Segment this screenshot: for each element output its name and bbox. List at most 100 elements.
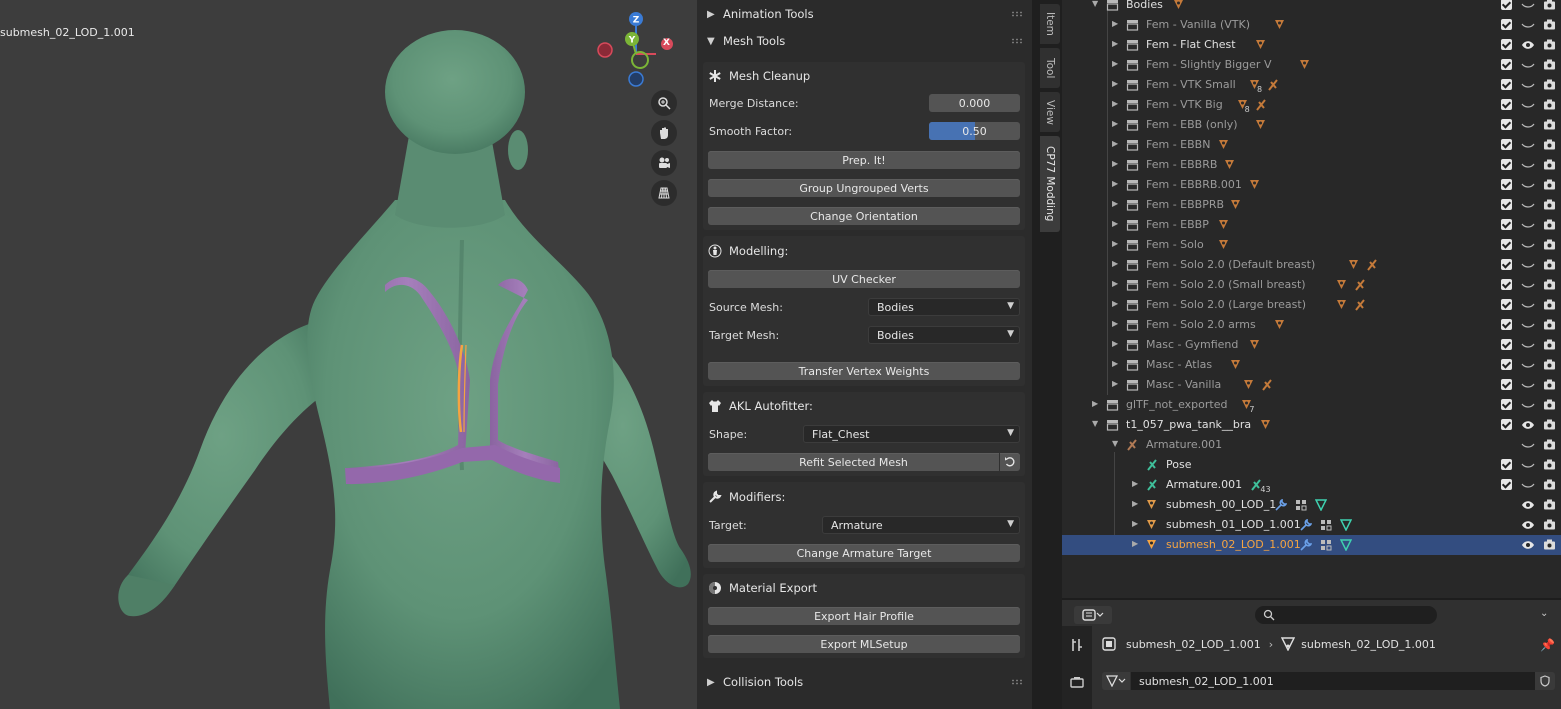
- modifiers-header[interactable]: Modifiers:: [707, 486, 785, 508]
- render-camera-icon[interactable]: [1543, 19, 1556, 33]
- navigation-gizmo[interactable]: Z Y: [592, 8, 656, 88]
- eye-closed-icon[interactable]: [1521, 220, 1535, 233]
- chevron-right-icon[interactable]: ▶: [1112, 199, 1118, 208]
- pan-hand-icon[interactable]: [651, 120, 677, 146]
- outliner-row[interactable]: ▶ Masc - Atlas: [1062, 355, 1561, 375]
- exclude-checkbox[interactable]: [1501, 299, 1512, 310]
- exclude-checkbox[interactable]: [1501, 19, 1512, 30]
- source-mesh-dropdown[interactable]: Bodies ▼: [868, 298, 1020, 316]
- exclude-checkbox[interactable]: [1501, 159, 1512, 170]
- chevron-right-icon[interactable]: ▶: [1112, 339, 1118, 348]
- render-camera-icon[interactable]: [1543, 479, 1556, 493]
- eye-closed-icon[interactable]: [1521, 340, 1535, 353]
- outliner-row[interactable]: ▶ Fem - VTK Big 8: [1062, 95, 1561, 115]
- camera-icon[interactable]: [651, 150, 677, 176]
- chevron-down-icon[interactable]: ⌄: [1540, 608, 1548, 619]
- eye-closed-icon[interactable]: [1521, 380, 1535, 393]
- eye-closed-icon[interactable]: [1521, 300, 1535, 313]
- material-export-header[interactable]: Material Export: [707, 577, 817, 599]
- tab-tool[interactable]: Tool: [1040, 48, 1060, 88]
- outliner-row[interactable]: ▶ Masc - Gymfiend: [1062, 335, 1561, 355]
- drag-grip-icon[interactable]: [1011, 38, 1023, 44]
- eye-icon[interactable]: [1521, 520, 1535, 533]
- outliner[interactable]: ▼ Bodies ▶ Fem - Vanilla (VTK) ▶ Fem - Flat C…: [1062, 0, 1561, 598]
- outliner-row[interactable]: Pose: [1062, 455, 1561, 475]
- render-camera-icon[interactable]: [1543, 259, 1556, 273]
- outliner-row[interactable]: ▶ Fem - VTK Small 8: [1062, 75, 1561, 95]
- exclude-checkbox[interactable]: [1501, 359, 1512, 370]
- exclude-checkbox[interactable]: [1501, 399, 1512, 410]
- 3d-viewport[interactable]: submesh_02_LOD_1.001 Z Y X: [0, 0, 697, 709]
- shape-dropdown[interactable]: Flat_Chest ▼: [803, 425, 1020, 443]
- chevron-right-icon[interactable]: ▶: [1112, 239, 1118, 248]
- outliner-row[interactable]: ▼ Armature.001: [1062, 435, 1561, 455]
- render-camera-icon[interactable]: [1543, 39, 1556, 53]
- eye-closed-icon[interactable]: [1521, 0, 1535, 13]
- eye-icon[interactable]: [1521, 420, 1535, 433]
- exclude-checkbox[interactable]: [1501, 39, 1512, 50]
- export-mlsetup-button[interactable]: Export MLSetup: [708, 635, 1020, 653]
- outliner-row[interactable]: ▶ Fem - Flat Chest: [1062, 35, 1561, 55]
- chevron-right-icon[interactable]: ▶: [1112, 259, 1118, 268]
- eye-closed-icon[interactable]: [1521, 400, 1535, 413]
- change-armature-target-button[interactable]: Change Armature Target: [708, 544, 1020, 562]
- eye-closed-icon[interactable]: [1521, 480, 1535, 493]
- mesh-browse-dropdown[interactable]: [1102, 672, 1130, 690]
- eye-closed-icon[interactable]: [1521, 60, 1535, 73]
- group-ungrouped-verts-button[interactable]: Group Ungrouped Verts: [708, 179, 1020, 197]
- outliner-row[interactable]: ▶ Fem - EBBP: [1062, 215, 1561, 235]
- outliner-row[interactable]: ▶ submesh_01_LOD_1.001: [1062, 515, 1561, 535]
- merge-distance-field[interactable]: 0.000: [929, 94, 1020, 112]
- reset-undo-icon[interactable]: [1000, 453, 1020, 471]
- export-hair-profile-button[interactable]: Export Hair Profile: [708, 607, 1020, 625]
- uv-checker-button[interactable]: UV Checker: [708, 270, 1020, 288]
- outliner-row[interactable]: ▼ Bodies: [1062, 0, 1561, 15]
- exclude-checkbox[interactable]: [1501, 99, 1512, 110]
- render-camera-icon[interactable]: [1543, 379, 1556, 393]
- chevron-right-icon[interactable]: ▶: [1112, 59, 1118, 68]
- smooth-factor-slider[interactable]: 0.50: [929, 122, 1020, 140]
- render-camera-icon[interactable]: [1543, 359, 1556, 373]
- render-camera-icon[interactable]: [1543, 199, 1556, 213]
- render-camera-icon[interactable]: [1543, 459, 1556, 473]
- chevron-right-icon[interactable]: ▶: [1112, 319, 1118, 328]
- outliner-row[interactable]: ▶ Fem - Solo 2.0 (Default breast): [1062, 255, 1561, 275]
- render-camera-icon[interactable]: [1543, 139, 1556, 153]
- chevron-right-icon[interactable]: ▶: [1112, 299, 1118, 308]
- eye-closed-icon[interactable]: [1521, 320, 1535, 333]
- chevron-right-icon[interactable]: ▶: [1132, 539, 1138, 548]
- render-camera-icon[interactable]: [1543, 119, 1556, 133]
- outliner-row[interactable]: ▶ Fem - EBBN: [1062, 135, 1561, 155]
- chevron-right-icon[interactable]: ▶: [1112, 139, 1118, 148]
- exclude-checkbox[interactable]: [1501, 119, 1512, 130]
- outliner-row[interactable]: ▶ Fem - Solo 2.0 (Large breast): [1062, 295, 1561, 315]
- render-camera-icon[interactable]: [1543, 499, 1556, 513]
- outliner-row[interactable]: ▶ Armature.001 43: [1062, 475, 1561, 495]
- exclude-checkbox[interactable]: [1501, 459, 1512, 470]
- exclude-checkbox[interactable]: [1501, 319, 1512, 330]
- outliner-row[interactable]: ▶ Fem - Slightly Bigger V: [1062, 55, 1561, 75]
- tab-view[interactable]: View: [1040, 92, 1060, 132]
- prep-it-button[interactable]: Prep. It!: [708, 151, 1020, 169]
- chevron-right-icon[interactable]: ▶: [1112, 19, 1118, 28]
- exclude-checkbox[interactable]: [1501, 479, 1512, 490]
- chevron-right-icon[interactable]: ▶: [1092, 399, 1098, 408]
- outliner-row[interactable]: ▶ Masc - Vanilla: [1062, 375, 1561, 395]
- akl-autofitter-header[interactable]: AKL Autofitter:: [707, 395, 813, 417]
- render-camera-icon[interactable]: [1543, 159, 1556, 173]
- chevron-right-icon[interactable]: ▶: [1112, 39, 1118, 48]
- eye-icon[interactable]: [1521, 500, 1535, 513]
- outliner-row[interactable]: ▶ Fem - EBBRB.001: [1062, 175, 1561, 195]
- exclude-checkbox[interactable]: [1501, 179, 1512, 190]
- outliner-row[interactable]: ▶ Fem - Solo 2.0 arms: [1062, 315, 1561, 335]
- tab-item[interactable]: Item: [1040, 4, 1060, 44]
- pin-icon[interactable]: 📌: [1540, 638, 1555, 652]
- modelling-header[interactable]: Modelling:: [707, 240, 788, 262]
- outliner-row[interactable]: ▶ Fem - EBBPRB: [1062, 195, 1561, 215]
- render-camera-icon[interactable]: [1543, 299, 1556, 313]
- eye-closed-icon[interactable]: [1521, 160, 1535, 173]
- outliner-row[interactable]: ▶ submesh_02_LOD_1.001: [1062, 535, 1561, 555]
- eye-closed-icon[interactable]: [1521, 440, 1535, 453]
- eye-closed-icon[interactable]: [1521, 280, 1535, 293]
- mesh-name-field[interactable]: submesh_02_LOD_1.001: [1131, 672, 1535, 690]
